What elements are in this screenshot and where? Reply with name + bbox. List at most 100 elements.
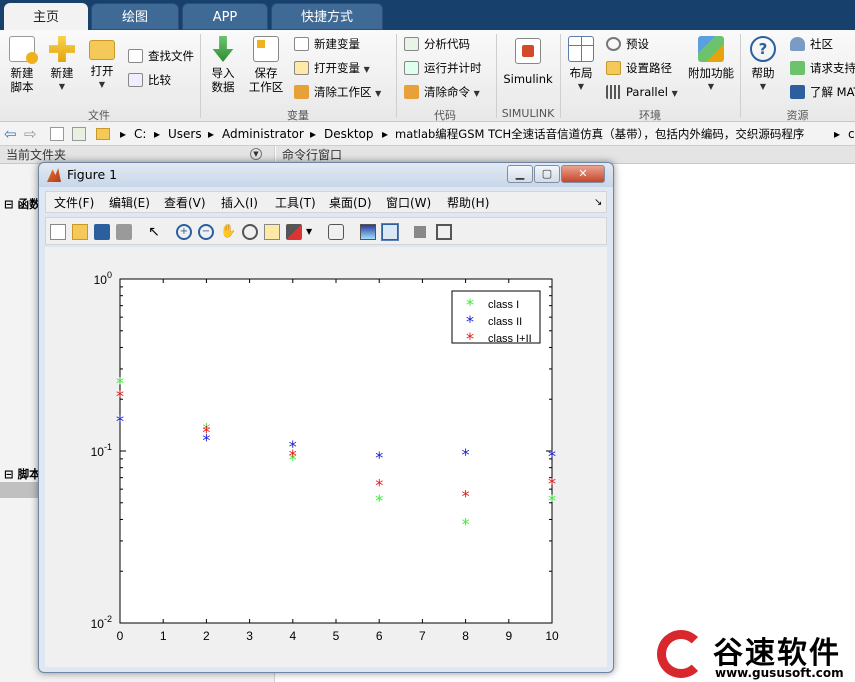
save-icon[interactable]: [94, 224, 110, 240]
clear-commands-label: 清除命令: [424, 85, 470, 99]
back-arrow-icon[interactable]: ⇦: [4, 122, 17, 145]
import-data-button[interactable]: 导入 数据: [204, 36, 242, 94]
set-path-label: 设置路径: [626, 61, 672, 75]
new-variable-button[interactable]: 新建变量: [292, 34, 360, 54]
request-support-icon: [790, 61, 805, 75]
open-icon[interactable]: [72, 224, 88, 240]
forward-arrow-icon[interactable]: ⇨: [24, 122, 37, 145]
tab-bar: 主页 绘图 APP 快捷方式: [0, 0, 855, 30]
legend-icon[interactable]: [381, 223, 399, 241]
x-tick-label: 4: [289, 629, 296, 643]
analyze-code-button[interactable]: 分析代码: [402, 34, 470, 54]
y-tick-label: 100: [94, 270, 112, 287]
zoom-in-icon[interactable]: +: [176, 224, 192, 240]
add-ons-button[interactable]: 附加功能 ▼: [686, 36, 736, 94]
address-bar: ⇦ ⇨ ▸ C: ▸ Users ▸ Administrator ▸ Deskt…: [0, 122, 855, 146]
collapse-icon[interactable]: ⊟: [4, 467, 14, 481]
minimize-button[interactable]: ▁: [507, 165, 533, 183]
simulink-label: Simulink: [503, 72, 553, 86]
functions-section[interactable]: ⊟ 函数: [4, 196, 41, 212]
request-support-button[interactable]: 请求支持: [788, 58, 855, 78]
set-path-button[interactable]: 设置路径: [604, 58, 672, 78]
path-separator: ▸: [154, 127, 161, 141]
figure-canvas[interactable]: 0 1 2 3 4 5 6 7 8 9 10 100 10-1 10-2 * * * * * * * * * * * * * * *…: [45, 247, 607, 667]
chevron-down-icon: ▼: [473, 89, 480, 98]
open-button[interactable]: 打开 ▼: [84, 36, 120, 92]
menu-help[interactable]: 帮助(H): [447, 194, 489, 212]
tab-plots[interactable]: 绘图: [91, 3, 179, 30]
open-variable-button[interactable]: 打开变量 ▼: [292, 58, 370, 78]
path-separator: ▸: [310, 127, 317, 141]
parallel-button[interactable]: Parallel ▼: [604, 82, 678, 102]
simulink-button[interactable]: Simulink: [500, 38, 556, 86]
new-button[interactable]: 新建 ▼: [44, 36, 80, 94]
brush-icon[interactable]: [286, 224, 302, 240]
scripts-section[interactable]: ⊟ 脚本: [4, 466, 41, 482]
panel-menu-icon[interactable]: ▼: [250, 148, 262, 160]
path-part-user[interactable]: Administrator: [222, 122, 304, 145]
menu-desktop[interactable]: 桌面(D): [329, 194, 372, 212]
chevron-down-icon[interactable]: ▼: [306, 224, 322, 240]
layout-button[interactable]: 布局 ▼: [564, 36, 598, 94]
import-icon: [212, 36, 234, 62]
simulink-icon: [515, 38, 541, 64]
path-part-drive[interactable]: C:: [134, 122, 146, 145]
path-part-project[interactable]: matlab编程GSM TCH全速话音信道仿真（基带），包括内外编码，交织源码程…: [395, 122, 804, 145]
pointer-icon[interactable]: ↖: [146, 224, 162, 240]
data-point-2: *: [116, 412, 124, 431]
new-script-button[interactable]: 新建 脚本: [4, 36, 40, 94]
collapse-icon[interactable]: ⊟: [4, 197, 14, 211]
browse-folder-icon[interactable]: [72, 127, 86, 141]
save-workspace-button[interactable]: 保存 工作区: [246, 36, 286, 94]
link-icon[interactable]: [328, 224, 344, 240]
tab-apps[interactable]: APP: [182, 3, 268, 30]
compare-button[interactable]: 比较: [126, 70, 171, 90]
folder-icon: [96, 128, 110, 140]
find-files-button[interactable]: 查找文件: [126, 46, 194, 66]
set-path-icon: [606, 61, 621, 75]
preferences-button[interactable]: 预设: [604, 34, 649, 54]
run-and-time-button[interactable]: 运行并计时: [402, 58, 482, 78]
code-group-title: 代码: [434, 109, 456, 122]
x-tick-label: 1: [160, 629, 167, 643]
close-button[interactable]: ✕: [561, 165, 605, 183]
data-point-3: *: [202, 422, 210, 441]
community-button[interactable]: 社区: [788, 34, 833, 54]
path-part-desktop[interactable]: Desktop: [324, 122, 374, 145]
new-figure-icon[interactable]: [50, 224, 66, 240]
help-button[interactable]: ? 帮助 ▼: [744, 36, 782, 94]
community-label: 社区: [810, 37, 833, 51]
legend[interactable]: * class I* class II* class I+II: [451, 290, 541, 348]
maximize-button[interactable]: ▢: [534, 165, 560, 183]
figure-window[interactable]: Figure 1 ▁ ▢ ✕ 文件(F) 编辑(E) 查看(V) 插入(I) 工…: [38, 162, 614, 673]
rotate-icon[interactable]: [242, 224, 258, 240]
zoom-out-icon[interactable]: −: [198, 224, 214, 240]
dock-icon[interactable]: [436, 224, 452, 240]
dock-arrow-icon[interactable]: ↘: [594, 194, 602, 212]
colorbar-icon[interactable]: [360, 224, 376, 240]
menu-tools[interactable]: 工具(T): [275, 194, 316, 212]
plot-area[interactable]: 0 1 2 3 4 5 6 7 8 9 10 10010-110-2 ******** ** * ****…: [45, 247, 607, 667]
clear-workspace-button[interactable]: 清除工作区 ▼: [292, 82, 381, 102]
menu-file[interactable]: 文件(F): [54, 194, 94, 212]
path-part-sub[interactable]: c: [848, 122, 855, 145]
selected-file-row[interactable]: [0, 482, 40, 498]
request-support-label: 请求支持: [810, 61, 855, 75]
learn-matlab-button[interactable]: 了解 MAT: [788, 82, 855, 102]
menu-window[interactable]: 窗口(W): [386, 194, 431, 212]
y-tick-label: 10-2: [91, 614, 112, 631]
data-cursor-icon[interactable]: [264, 224, 280, 240]
menu-view[interactable]: 查看(V): [164, 194, 206, 212]
clear-commands-button[interactable]: 清除命令 ▼: [402, 82, 480, 102]
tab-shortcuts[interactable]: 快捷方式: [271, 3, 383, 30]
path-part-users[interactable]: Users: [168, 122, 202, 145]
resources-group-title: 资源: [786, 109, 809, 122]
up-folder-icon[interactable]: [50, 127, 64, 141]
hide-icon[interactable]: [414, 226, 426, 238]
figure-titlebar[interactable]: Figure 1 ▁ ▢ ✕: [39, 163, 613, 187]
pan-icon[interactable]: ✋: [220, 224, 236, 240]
menu-edit[interactable]: 编辑(E): [109, 194, 150, 212]
menu-insert[interactable]: 插入(I): [221, 194, 258, 212]
tab-home[interactable]: 主页: [4, 3, 88, 30]
print-icon[interactable]: [116, 224, 132, 240]
